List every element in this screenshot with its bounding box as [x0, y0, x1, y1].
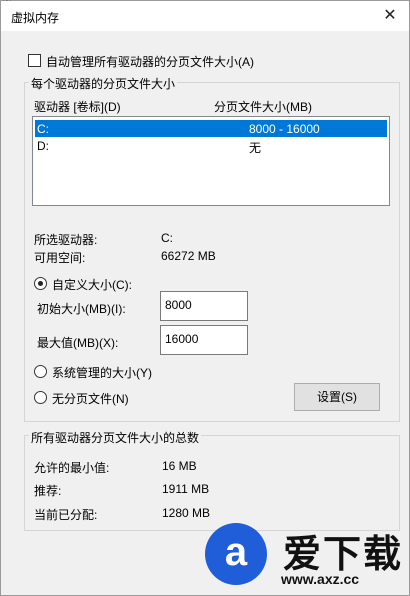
watermark-brand: 爱下载	[283, 534, 404, 576]
min-allowed-label: 允许的最小值:	[34, 461, 110, 475]
recommended-value: 1911 MB	[162, 482, 210, 496]
min-allowed-value: 16 MB	[162, 459, 197, 473]
custom-size-radio[interactable]	[34, 277, 47, 290]
column-header-size: 分页文件大小(MB)	[214, 100, 312, 114]
allocated-label: 当前已分配:	[34, 508, 98, 522]
max-size-input[interactable]: 16000	[160, 325, 248, 355]
no-paging-radio[interactable]	[34, 391, 47, 404]
free-space-label: 可用空间:	[34, 251, 86, 265]
drives-group-legend: 每个驱动器的分页文件大小	[29, 75, 178, 92]
drive-row-c[interactable]: C: 8000 - 16000	[35, 120, 387, 137]
close-icon[interactable]: ✕	[377, 4, 403, 28]
max-size-label: 最大值(MB)(X):	[37, 336, 119, 350]
system-managed-radio[interactable]	[34, 365, 47, 378]
column-header-drive: 驱动器 [卷标](D)	[34, 100, 121, 114]
system-managed-label[interactable]: 系统管理的大小(Y)	[52, 364, 152, 381]
drive-cell: C:	[37, 122, 49, 136]
size-cell: 8000 - 16000	[249, 122, 320, 136]
auto-manage-label[interactable]: 自动管理所有驱动器的分页文件大小(A)	[46, 53, 254, 70]
watermark-url: www.axz.cc	[281, 571, 360, 587]
virtual-memory-dialog: 的 虚拟内存 ✕ 自动管理所有驱动器的分页文件大小(A) 每个驱动器的分页文件大…	[0, 0, 410, 596]
selected-drive-value: C:	[161, 231, 173, 245]
free-space-value: 66272 MB	[161, 249, 216, 263]
custom-size-label[interactable]: 自定义大小(C):	[52, 276, 132, 293]
auto-manage-checkbox[interactable]	[28, 54, 41, 67]
size-cell: 无	[249, 141, 262, 155]
drive-row-d[interactable]: D: 无	[35, 137, 387, 155]
window-title: 虚拟内存	[11, 11, 60, 25]
selected-drive-label: 所选驱动器:	[34, 233, 98, 247]
watermark: a 爱下载 www.axz.cc	[201, 517, 410, 596]
set-button[interactable]: 设置(S)	[294, 383, 380, 411]
initial-size-label: 初始大小(MB)(I):	[37, 302, 126, 316]
watermark-logo-icon: a	[205, 523, 267, 585]
recommended-label: 推荐:	[34, 484, 62, 498]
totals-group-legend: 所有驱动器分页文件大小的总数	[29, 429, 202, 446]
no-paging-label[interactable]: 无分页文件(N)	[52, 390, 129, 407]
drives-listbox[interactable]: C: 8000 - 16000 D: 无	[32, 116, 390, 206]
drive-cell: D:	[37, 139, 49, 153]
initial-size-input[interactable]: 8000	[160, 291, 248, 321]
title-bar: 虚拟内存 ✕	[1, 1, 409, 31]
